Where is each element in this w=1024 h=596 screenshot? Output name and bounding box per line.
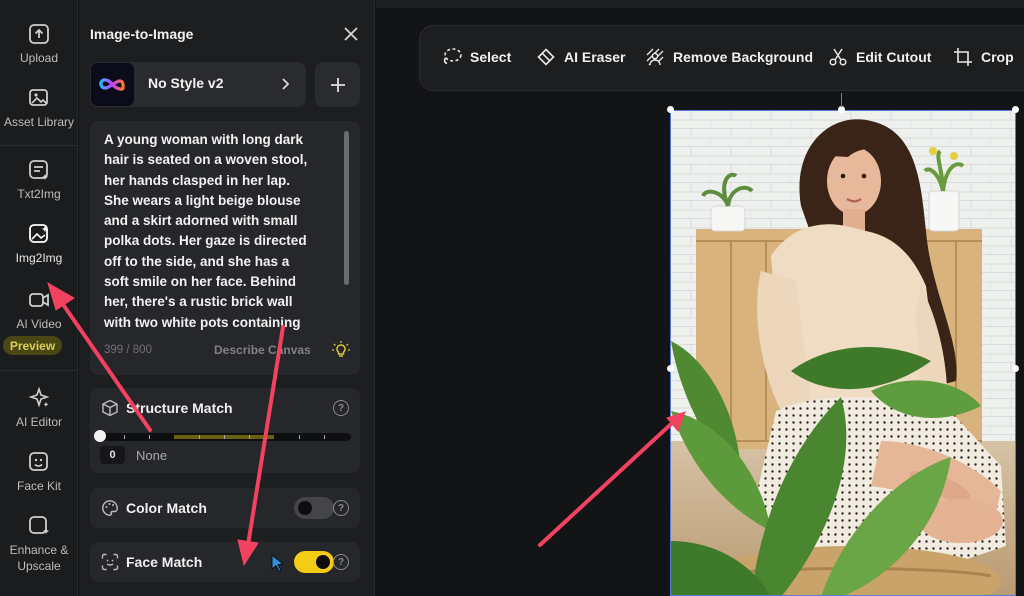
rail-label: Enhance &: [9, 543, 69, 557]
style-name: No Style v2: [148, 75, 224, 91]
selection-handle[interactable]: [1012, 106, 1019, 113]
rail-item-asset-library[interactable]: Asset Library: [0, 86, 78, 130]
selection-handle[interactable]: [838, 106, 845, 113]
prompt-text[interactable]: A young woman with long dark hair is sea…: [104, 130, 316, 334]
rotate-handle-line: [841, 93, 842, 107]
face-kit-icon: [27, 450, 51, 474]
toggle-knob: [298, 501, 312, 515]
chevron-right-icon: [277, 76, 293, 92]
ai-video-icon: [27, 288, 51, 312]
ai-editor-icon: [27, 386, 51, 410]
rail-label: Face Kit: [16, 479, 61, 493]
rail-item-ai-video[interactable]: AI Video: [0, 288, 78, 332]
rail-item-upload[interactable]: Upload: [0, 22, 78, 66]
face-match-label: Face Match: [126, 554, 203, 570]
tool-edit-cutout[interactable]: Edit Cutout: [828, 47, 931, 67]
tool-label: Crop: [981, 49, 1014, 65]
structure-match-value-label: None: [136, 448, 168, 463]
scissors-icon: [828, 47, 848, 67]
canvas-toolbar: Select AI Eraser Remove Background Edit …: [419, 25, 1024, 91]
panel-title: Image-to-Image: [90, 26, 194, 42]
lightbulb-icon[interactable]: [331, 340, 351, 360]
tool-label: Remove Background: [673, 49, 814, 65]
canvas-image[interactable]: [670, 110, 1016, 596]
crop-icon: [953, 47, 973, 67]
structure-match-card: Structure Match ? 0 None: [90, 388, 360, 473]
color-match-toggle[interactable]: [294, 497, 334, 519]
upload-icon: [27, 22, 51, 46]
tool-ai-eraser[interactable]: AI Eraser: [536, 47, 625, 67]
eraser-icon: [536, 47, 556, 67]
slider-tick: [249, 435, 250, 439]
rail-label: Asset Library: [3, 115, 75, 129]
toggle-knob: [316, 555, 330, 569]
rail-item-img2img[interactable]: Img2Img: [0, 222, 78, 266]
face-scan-icon: [101, 553, 119, 571]
char-count: 399 / 800: [104, 344, 152, 356]
rail-label: AI Editor: [15, 415, 63, 429]
help-icon[interactable]: ?: [333, 500, 349, 516]
face-match-toggle[interactable]: [294, 551, 334, 573]
selection-handle[interactable]: [1012, 365, 1019, 372]
tool-remove-background[interactable]: Remove Background: [645, 47, 813, 67]
txt2img-icon: [27, 158, 51, 182]
rail-label: Txt2Img: [17, 187, 61, 201]
rail-item-face-kit[interactable]: Face Kit: [0, 450, 78, 494]
left-rail: Upload Asset Library Txt2Img Img2Img AI …: [0, 0, 78, 596]
preview-badge: Preview: [3, 336, 62, 355]
rail-item-ai-editor[interactable]: AI Editor: [0, 386, 78, 430]
rail-label: Upload: [19, 51, 59, 65]
select-lasso-icon: [442, 47, 462, 67]
style-thumbnail: [91, 63, 134, 106]
cursor-icon: [271, 553, 285, 572]
color-match-card: Color Match ?: [90, 488, 360, 528]
selection-handle[interactable]: [667, 365, 674, 372]
tool-label: Select: [470, 49, 512, 65]
canvas-top-bar: [376, 0, 1024, 8]
asset-library-icon: [27, 86, 51, 110]
structure-match-label: Structure Match: [126, 400, 233, 416]
palette-icon: [101, 499, 119, 517]
rail-item-enhance-upscale[interactable]: Enhance & Upscale: [0, 514, 78, 574]
slider-tick: [149, 435, 150, 439]
image-to-image-panel: Image-to-Image No Style v2 A young woman…: [79, 0, 375, 596]
help-icon[interactable]: ?: [333, 400, 349, 416]
portrait-photo: [671, 111, 1015, 595]
rail-label: Upscale: [17, 559, 61, 573]
describe-canvas-button[interactable]: Describe Canvas: [214, 343, 311, 357]
tool-label: Edit Cutout: [856, 49, 932, 65]
close-icon[interactable]: [341, 24, 361, 44]
prompt-scrollbar[interactable]: [344, 131, 349, 285]
rail-label: Img2Img: [15, 251, 63, 265]
tool-select[interactable]: Select: [442, 47, 511, 67]
add-style-button[interactable]: [315, 62, 360, 107]
slider-tick: [199, 435, 200, 439]
structure-match-slider[interactable]: [99, 433, 351, 441]
cube-icon: [101, 399, 119, 417]
plus-icon: [330, 77, 345, 92]
enhance-icon: [27, 514, 51, 538]
face-match-card: Face Match ?: [90, 542, 360, 582]
img2img-icon: [27, 222, 51, 246]
remove-background-icon: [645, 47, 665, 67]
tool-crop[interactable]: Crop: [953, 47, 1014, 67]
slider-tick: [324, 435, 325, 439]
style-selector[interactable]: No Style v2: [90, 62, 306, 107]
slider-tick: [124, 435, 125, 439]
tool-label: AI Eraser: [564, 49, 626, 65]
structure-match-value[interactable]: 0: [100, 446, 125, 464]
rail-divider: [0, 370, 78, 371]
rail-item-txt2img[interactable]: Txt2Img: [0, 158, 78, 202]
slider-tick: [224, 435, 225, 439]
prompt-textarea[interactable]: A young woman with long dark hair is sea…: [90, 121, 360, 375]
color-match-label: Color Match: [126, 500, 207, 516]
slider-tick: [299, 435, 300, 439]
rail-label: AI Video: [16, 317, 62, 331]
help-icon[interactable]: ?: [333, 554, 349, 570]
slider-handle[interactable]: [94, 430, 106, 442]
rail-divider: [0, 145, 78, 146]
selection-handle[interactable]: [667, 106, 674, 113]
